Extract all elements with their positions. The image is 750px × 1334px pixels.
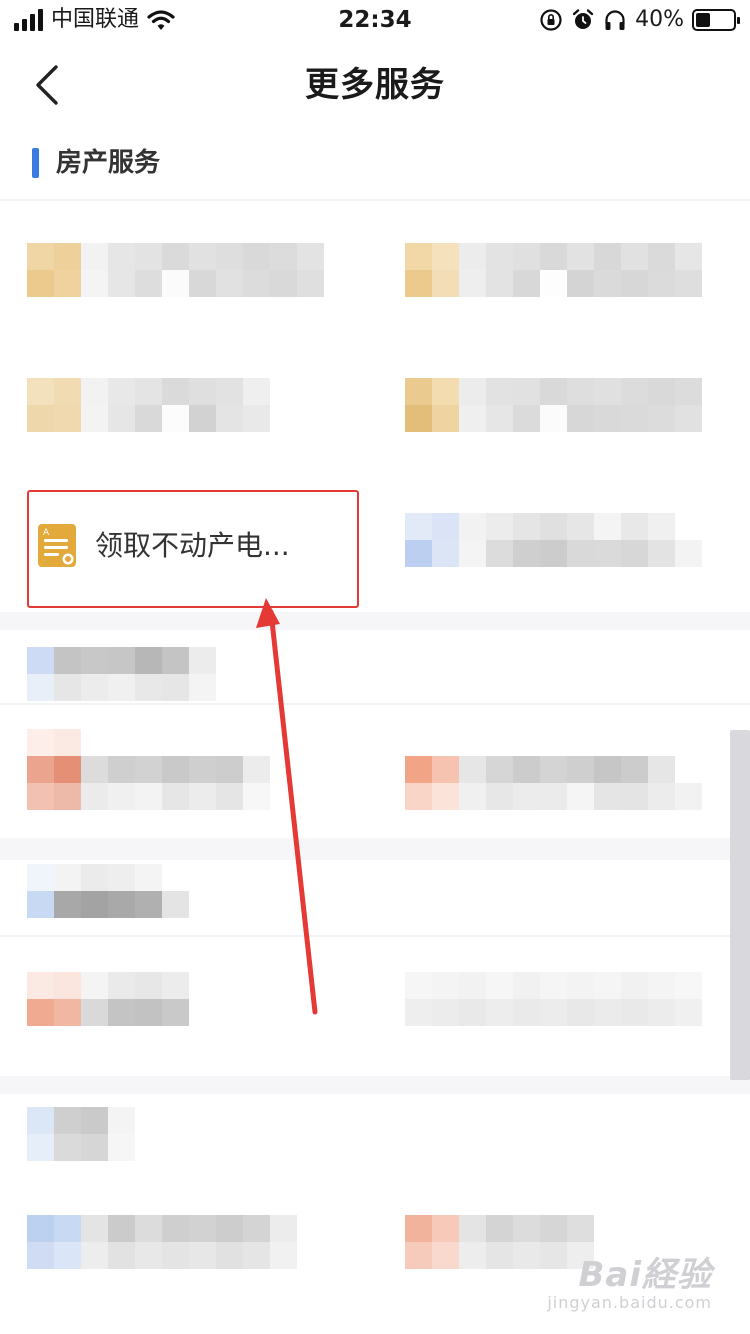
section-header-property: 房产服务 [0,130,750,200]
blurred-service-item[interactable] [27,243,324,297]
blurred-service-item[interactable] [405,972,702,1026]
status-bar: 中国联通 22:34 40% [0,0,750,42]
svg-text:A: A [43,528,50,538]
section-separator [0,1076,750,1094]
page-title: 更多服务 [305,65,445,105]
section-divider [0,199,750,201]
battery-level [696,13,710,27]
watermark: Bai経验 jingyan.baidu.com [547,1256,712,1312]
blurred-service-item[interactable] [405,756,702,810]
battery-icon [692,9,740,31]
blurred-section-header [27,864,189,918]
section-separator [0,838,750,860]
blurred-service-item[interactable] [405,378,702,432]
blurred-service-item[interactable] [27,972,189,1026]
nav-bar: 更多服务 [0,42,750,130]
section-accent-bar [32,148,39,178]
certificate-document-icon: A [38,524,76,567]
section-divider [0,935,750,937]
battery-percent: 40% [635,7,684,32]
service-item-real-estate-certificate[interactable]: A 领取不动产电... [27,490,359,608]
blurred-service-item[interactable] [27,378,270,432]
blurred-service-item[interactable] [405,513,702,567]
headphones-icon [605,10,625,30]
alarm-icon [572,9,594,29]
status-right: 40% [539,6,740,34]
watermark-url: jingyan.baidu.com [547,1293,712,1312]
service-label: 领取不动产电... [95,529,290,562]
blurred-service-item[interactable] [27,1215,297,1269]
scrollbar[interactable] [730,730,750,1080]
section-divider [0,703,750,705]
rotation-lock-icon [540,9,562,31]
section-title: 房产服务 [56,148,161,178]
section-separator [0,612,750,630]
blurred-section-header [27,1107,135,1161]
blurred-service-item[interactable] [405,243,702,297]
watermark-logo: Bai経验 [578,1255,712,1295]
blurred-section-header [27,647,216,701]
blurred-service-item[interactable] [27,729,270,810]
